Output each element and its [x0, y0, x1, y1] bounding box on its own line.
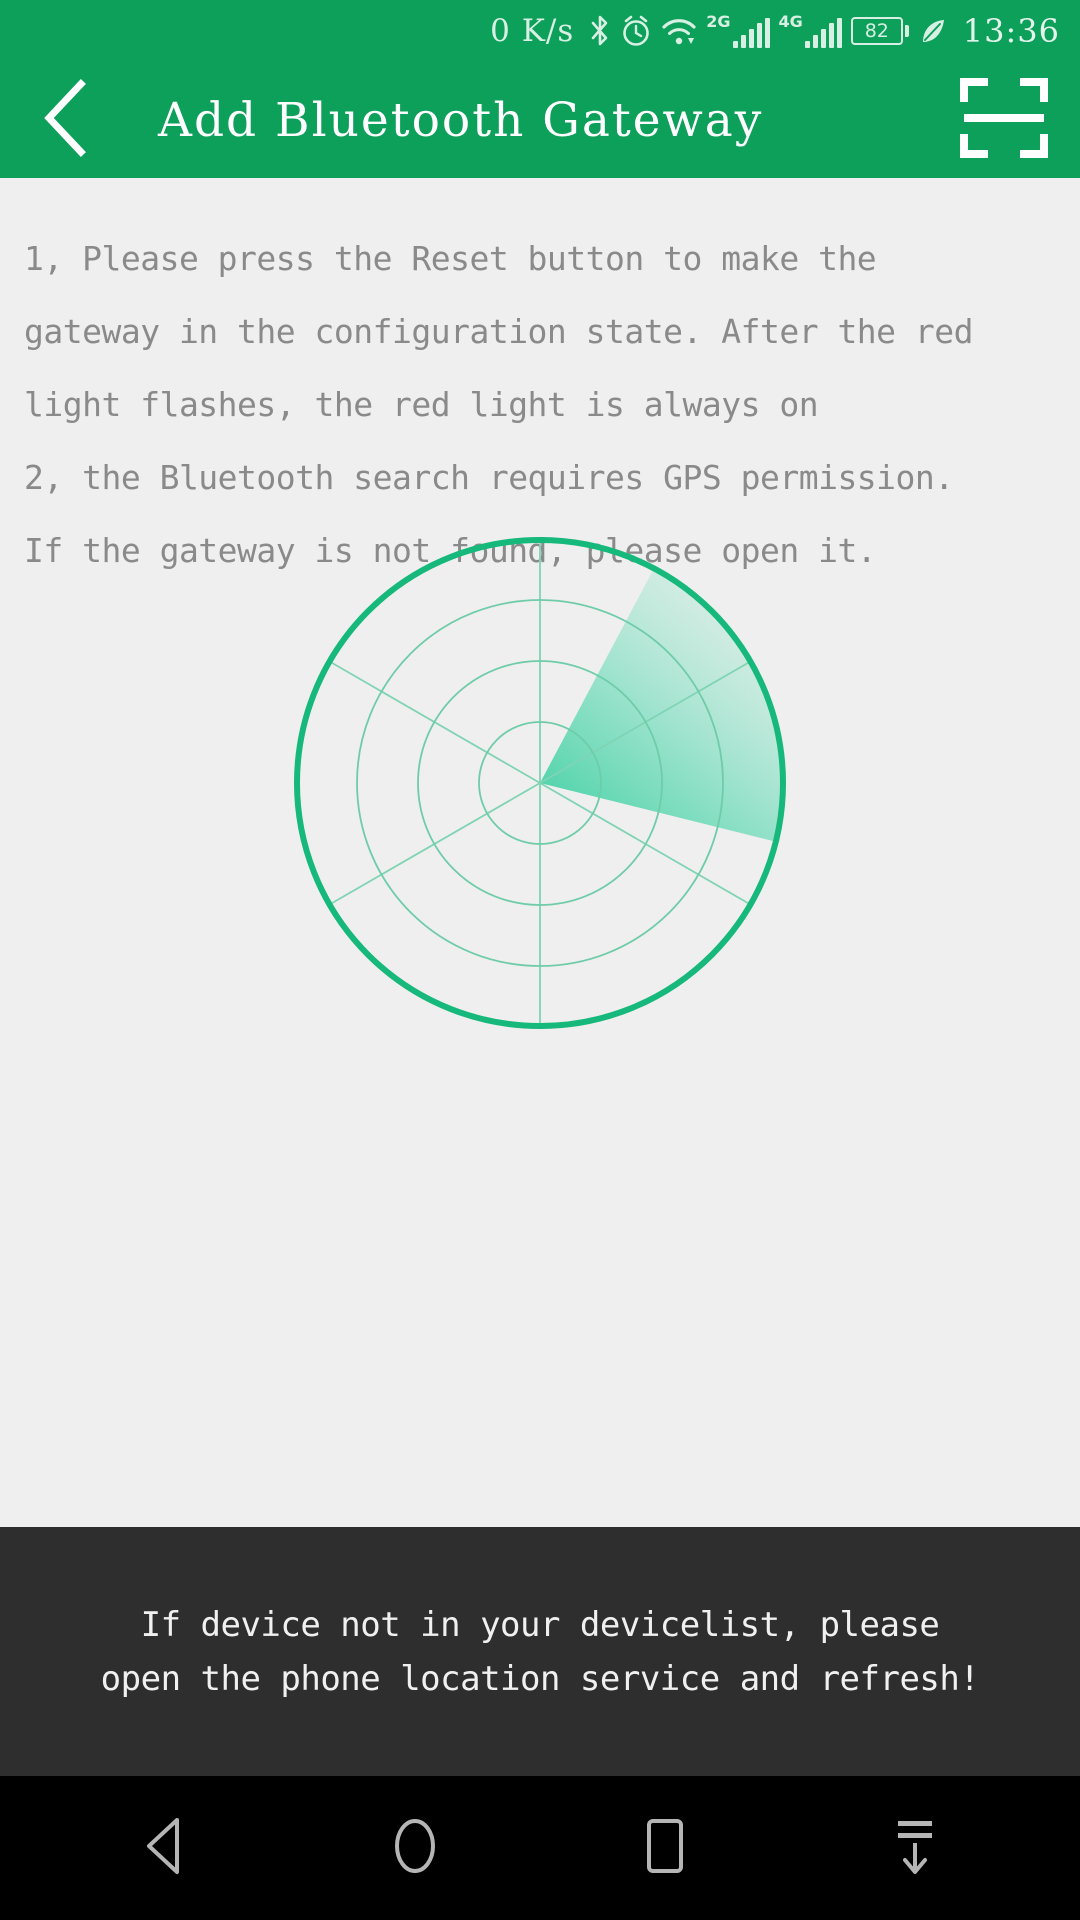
android-nav-bar — [0, 1776, 1080, 1920]
back-button[interactable] — [0, 62, 130, 178]
network-speed-label: 0 K/s — [490, 13, 575, 49]
battery-level-label: 82 — [850, 17, 903, 45]
chevron-left-icon — [37, 78, 93, 162]
sim2-signal-bars — [804, 18, 842, 48]
app-header: Add Bluetooth Gateway — [0, 62, 1080, 178]
battery-cap — [904, 25, 909, 37]
nav-recents-button[interactable] — [540, 1776, 790, 1920]
status-bar: 0 K/s 2G 4G 82 13:36 — [0, 0, 1080, 62]
instruction-line: gateway in the configuration state. Afte… — [24, 312, 974, 351]
toast-line-2: open the phone location service and refr… — [100, 1658, 980, 1699]
status-bar-clock: 13:36 — [962, 12, 1060, 50]
instruction-line: 1, Please press the Reset button to make… — [24, 239, 877, 278]
toast-banner: If device not in your devicelist, please… — [0, 1527, 1080, 1776]
nav-recents-icon — [636, 1815, 694, 1881]
sim1-signal-icon: 2G — [706, 12, 770, 48]
scan-button[interactable] — [940, 62, 1068, 178]
scan-qr-icon — [958, 72, 1050, 168]
bluetooth-icon — [589, 14, 611, 48]
instruction-line: light flashes, the red light is always o… — [24, 385, 819, 424]
sim1-signal-bars — [732, 18, 770, 48]
instruction-line: 2, the Bluetooth search requires GPS per… — [24, 458, 954, 497]
nav-back-icon — [136, 1815, 194, 1881]
wifi-icon — [661, 14, 697, 48]
battery-icon: 82 — [850, 17, 909, 45]
toast-line-1: If device not in your devicelist, please — [140, 1604, 940, 1645]
nav-pulldown-button[interactable] — [790, 1776, 1040, 1920]
alarm-icon — [620, 14, 652, 48]
nav-home-button[interactable] — [290, 1776, 540, 1920]
bluetooth-scanning-radar — [294, 537, 786, 1029]
sim2-network-label: 4G — [778, 12, 803, 31]
nav-back-button[interactable] — [40, 1776, 290, 1920]
nav-pulldown-icon — [886, 1815, 944, 1881]
page-title: Add Bluetooth Gateway — [158, 92, 764, 148]
sim2-signal-icon: 4G — [779, 14, 842, 48]
leaf-icon — [918, 15, 948, 47]
radar-container — [0, 528, 1080, 1038]
nav-home-icon — [386, 1815, 444, 1881]
instructions-block: 1, Please press the Reset button to make… — [0, 178, 1080, 587]
sim1-network-label: 2G — [706, 12, 731, 31]
